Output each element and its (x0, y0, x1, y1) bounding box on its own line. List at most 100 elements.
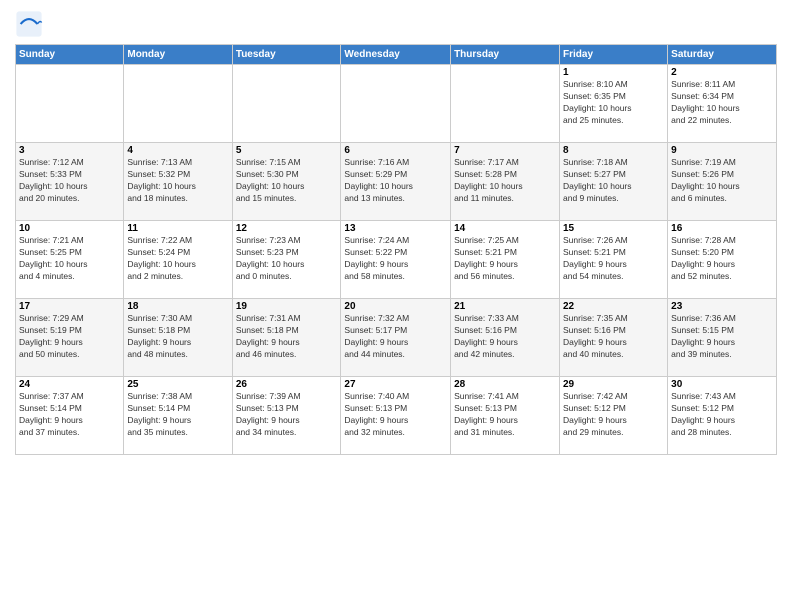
day-cell: 2Sunrise: 8:11 AM Sunset: 6:34 PM Daylig… (668, 65, 777, 143)
day-cell: 17Sunrise: 7:29 AM Sunset: 5:19 PM Dayli… (16, 299, 124, 377)
day-info: Sunrise: 7:21 AM Sunset: 5:25 PM Dayligh… (19, 235, 120, 283)
weekday-header-saturday: Saturday (668, 45, 777, 65)
day-info: Sunrise: 7:13 AM Sunset: 5:32 PM Dayligh… (127, 157, 228, 205)
day-cell: 5Sunrise: 7:15 AM Sunset: 5:30 PM Daylig… (232, 143, 341, 221)
day-cell: 23Sunrise: 7:36 AM Sunset: 5:15 PM Dayli… (668, 299, 777, 377)
day-cell: 4Sunrise: 7:13 AM Sunset: 5:32 PM Daylig… (124, 143, 232, 221)
day-cell: 20Sunrise: 7:32 AM Sunset: 5:17 PM Dayli… (341, 299, 451, 377)
day-info: Sunrise: 7:24 AM Sunset: 5:22 PM Dayligh… (344, 235, 447, 283)
day-cell: 19Sunrise: 7:31 AM Sunset: 5:18 PM Dayli… (232, 299, 341, 377)
week-row-3: 10Sunrise: 7:21 AM Sunset: 5:25 PM Dayli… (16, 221, 777, 299)
day-cell: 9Sunrise: 7:19 AM Sunset: 5:26 PM Daylig… (668, 143, 777, 221)
day-number: 3 (19, 145, 120, 156)
day-cell: 25Sunrise: 7:38 AM Sunset: 5:14 PM Dayli… (124, 377, 232, 455)
day-number: 16 (671, 223, 773, 234)
day-info: Sunrise: 7:43 AM Sunset: 5:12 PM Dayligh… (671, 391, 773, 439)
logo-icon (15, 10, 43, 38)
day-number: 17 (19, 301, 120, 312)
day-info: Sunrise: 7:31 AM Sunset: 5:18 PM Dayligh… (236, 313, 338, 361)
day-info: Sunrise: 7:30 AM Sunset: 5:18 PM Dayligh… (127, 313, 228, 361)
day-number: 24 (19, 379, 120, 390)
day-info: Sunrise: 8:11 AM Sunset: 6:34 PM Dayligh… (671, 79, 773, 127)
day-info: Sunrise: 7:26 AM Sunset: 5:21 PM Dayligh… (563, 235, 664, 283)
week-row-1: 1Sunrise: 8:10 AM Sunset: 6:35 PM Daylig… (16, 65, 777, 143)
day-cell: 15Sunrise: 7:26 AM Sunset: 5:21 PM Dayli… (560, 221, 668, 299)
day-cell: 16Sunrise: 7:28 AM Sunset: 5:20 PM Dayli… (668, 221, 777, 299)
day-cell: 6Sunrise: 7:16 AM Sunset: 5:29 PM Daylig… (341, 143, 451, 221)
day-info: Sunrise: 7:33 AM Sunset: 5:16 PM Dayligh… (454, 313, 556, 361)
day-info: Sunrise: 7:36 AM Sunset: 5:15 PM Dayligh… (671, 313, 773, 361)
day-cell: 12Sunrise: 7:23 AM Sunset: 5:23 PM Dayli… (232, 221, 341, 299)
day-info: Sunrise: 7:28 AM Sunset: 5:20 PM Dayligh… (671, 235, 773, 283)
day-cell: 11Sunrise: 7:22 AM Sunset: 5:24 PM Dayli… (124, 221, 232, 299)
day-cell: 10Sunrise: 7:21 AM Sunset: 5:25 PM Dayli… (16, 221, 124, 299)
weekday-header-thursday: Thursday (451, 45, 560, 65)
week-row-2: 3Sunrise: 7:12 AM Sunset: 5:33 PM Daylig… (16, 143, 777, 221)
day-info: Sunrise: 7:23 AM Sunset: 5:23 PM Dayligh… (236, 235, 338, 283)
logo (15, 10, 47, 38)
weekday-header-monday: Monday (124, 45, 232, 65)
day-cell: 3Sunrise: 7:12 AM Sunset: 5:33 PM Daylig… (16, 143, 124, 221)
day-cell (16, 65, 124, 143)
day-info: Sunrise: 7:32 AM Sunset: 5:17 PM Dayligh… (344, 313, 447, 361)
day-info: Sunrise: 7:22 AM Sunset: 5:24 PM Dayligh… (127, 235, 228, 283)
day-number: 23 (671, 301, 773, 312)
day-number: 11 (127, 223, 228, 234)
day-number: 13 (344, 223, 447, 234)
day-cell: 21Sunrise: 7:33 AM Sunset: 5:16 PM Dayli… (451, 299, 560, 377)
day-number: 10 (19, 223, 120, 234)
day-info: Sunrise: 7:16 AM Sunset: 5:29 PM Dayligh… (344, 157, 447, 205)
day-number: 19 (236, 301, 338, 312)
weekday-header-wednesday: Wednesday (341, 45, 451, 65)
day-cell: 1Sunrise: 8:10 AM Sunset: 6:35 PM Daylig… (560, 65, 668, 143)
day-number: 14 (454, 223, 556, 234)
day-number: 18 (127, 301, 228, 312)
day-cell: 28Sunrise: 7:41 AM Sunset: 5:13 PM Dayli… (451, 377, 560, 455)
day-number: 7 (454, 145, 556, 156)
weekday-header-friday: Friday (560, 45, 668, 65)
day-info: Sunrise: 7:39 AM Sunset: 5:13 PM Dayligh… (236, 391, 338, 439)
day-cell: 13Sunrise: 7:24 AM Sunset: 5:22 PM Dayli… (341, 221, 451, 299)
weekday-header-sunday: Sunday (16, 45, 124, 65)
day-number: 22 (563, 301, 664, 312)
day-cell (341, 65, 451, 143)
day-cell: 24Sunrise: 7:37 AM Sunset: 5:14 PM Dayli… (16, 377, 124, 455)
day-info: Sunrise: 7:19 AM Sunset: 5:26 PM Dayligh… (671, 157, 773, 205)
day-number: 4 (127, 145, 228, 156)
day-info: Sunrise: 7:41 AM Sunset: 5:13 PM Dayligh… (454, 391, 556, 439)
day-number: 8 (563, 145, 664, 156)
day-cell: 22Sunrise: 7:35 AM Sunset: 5:16 PM Dayli… (560, 299, 668, 377)
day-number: 27 (344, 379, 447, 390)
day-number: 20 (344, 301, 447, 312)
week-row-5: 24Sunrise: 7:37 AM Sunset: 5:14 PM Dayli… (16, 377, 777, 455)
day-cell (124, 65, 232, 143)
weekday-header-tuesday: Tuesday (232, 45, 341, 65)
day-number: 26 (236, 379, 338, 390)
day-cell: 29Sunrise: 7:42 AM Sunset: 5:12 PM Dayli… (560, 377, 668, 455)
day-info: Sunrise: 7:17 AM Sunset: 5:28 PM Dayligh… (454, 157, 556, 205)
day-cell (451, 65, 560, 143)
day-cell: 30Sunrise: 7:43 AM Sunset: 5:12 PM Dayli… (668, 377, 777, 455)
day-info: Sunrise: 8:10 AM Sunset: 6:35 PM Dayligh… (563, 79, 664, 127)
day-info: Sunrise: 7:42 AM Sunset: 5:12 PM Dayligh… (563, 391, 664, 439)
day-cell (232, 65, 341, 143)
day-info: Sunrise: 7:35 AM Sunset: 5:16 PM Dayligh… (563, 313, 664, 361)
day-info: Sunrise: 7:40 AM Sunset: 5:13 PM Dayligh… (344, 391, 447, 439)
day-number: 9 (671, 145, 773, 156)
day-info: Sunrise: 7:25 AM Sunset: 5:21 PM Dayligh… (454, 235, 556, 283)
day-info: Sunrise: 7:37 AM Sunset: 5:14 PM Dayligh… (19, 391, 120, 439)
day-number: 6 (344, 145, 447, 156)
calendar-table: SundayMondayTuesdayWednesdayThursdayFrid… (15, 44, 777, 455)
day-number: 12 (236, 223, 338, 234)
day-number: 2 (671, 67, 773, 78)
day-cell: 26Sunrise: 7:39 AM Sunset: 5:13 PM Dayli… (232, 377, 341, 455)
day-cell: 27Sunrise: 7:40 AM Sunset: 5:13 PM Dayli… (341, 377, 451, 455)
day-info: Sunrise: 7:18 AM Sunset: 5:27 PM Dayligh… (563, 157, 664, 205)
day-number: 28 (454, 379, 556, 390)
day-number: 1 (563, 67, 664, 78)
day-cell: 18Sunrise: 7:30 AM Sunset: 5:18 PM Dayli… (124, 299, 232, 377)
day-cell: 7Sunrise: 7:17 AM Sunset: 5:28 PM Daylig… (451, 143, 560, 221)
header (15, 10, 777, 38)
week-row-4: 17Sunrise: 7:29 AM Sunset: 5:19 PM Dayli… (16, 299, 777, 377)
day-info: Sunrise: 7:38 AM Sunset: 5:14 PM Dayligh… (127, 391, 228, 439)
